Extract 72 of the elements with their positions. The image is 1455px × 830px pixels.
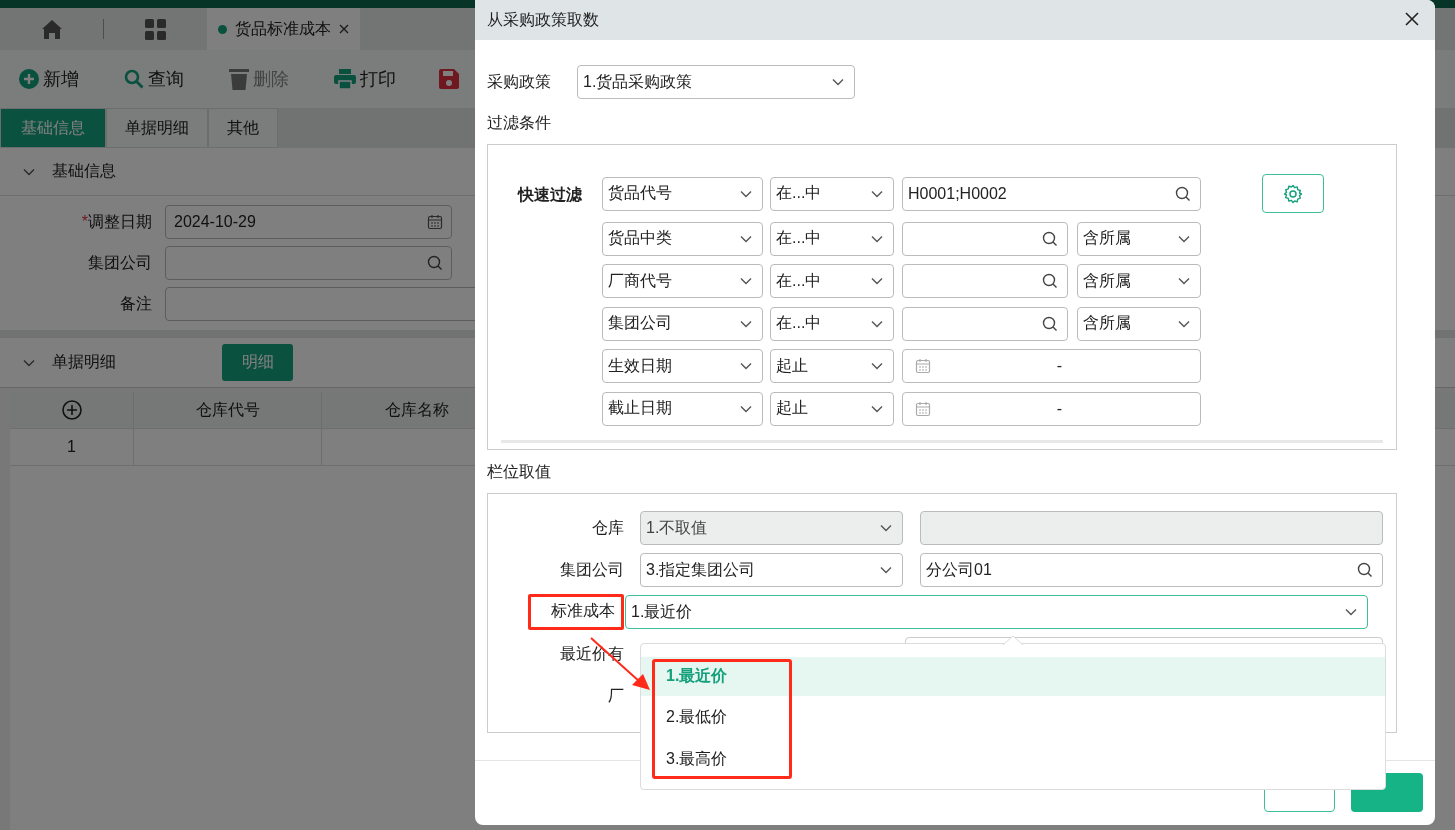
select-field[interactable]: 货品代号: [602, 176, 763, 211]
search-icon: [124, 69, 144, 89]
select-field[interactable]: 生效日期: [602, 349, 763, 383]
plus-circle-icon: [19, 69, 39, 89]
dropdown-option[interactable]: 3.最高价: [641, 739, 1385, 779]
printer-icon: [334, 69, 356, 89]
section-title: 过滤条件: [487, 113, 552, 133]
field-label: *调整日期: [80, 211, 152, 232]
input-field[interactable]: [902, 264, 1068, 298]
select-field[interactable]: 含所属: [1077, 264, 1201, 298]
settings-button[interactable]: [1262, 174, 1324, 213]
section-title: 单据明细: [52, 352, 116, 372]
input-field[interactable]: [902, 221, 1068, 256]
page-tab[interactable]: 货品标准成本: [207, 8, 360, 50]
search-icon: [1042, 230, 1058, 247]
input-field[interactable]: H0001;H0002: [902, 176, 1201, 211]
dialog-title: 从采购政策取数: [487, 9, 599, 30]
input-field[interactable]: [902, 306, 1068, 341]
select-field[interactable]: 厂商代号: [602, 264, 763, 298]
field-label: 备注: [119, 293, 152, 314]
column-header: 仓库代号: [134, 392, 322, 428]
input-field[interactable]: [165, 246, 452, 280]
date-range-field[interactable]: -: [902, 391, 1201, 426]
dot-icon: [218, 24, 227, 34]
calendar-icon: [427, 214, 443, 230]
row-number: 1: [10, 429, 134, 465]
select-field[interactable]: 在...中: [770, 176, 894, 211]
toolbar-button[interactable]: 打印: [334, 67, 439, 91]
select-field[interactable]: 1.货品采购政策: [577, 65, 855, 99]
date-field[interactable]: 2024-10-29: [165, 205, 452, 239]
field-label: 标准成本: [528, 594, 624, 630]
search-icon: [1175, 185, 1191, 202]
calendar-icon: [915, 358, 931, 374]
select-field[interactable]: 集团公司: [602, 306, 763, 341]
section-title: 基础信息: [52, 161, 116, 181]
select-field[interactable]: 1.最近价: [625, 595, 1368, 629]
tab[interactable]: 其他: [208, 108, 278, 148]
select-field[interactable]: 货品中类: [602, 221, 763, 256]
home-icon: [41, 19, 62, 39]
close-icon: [1405, 11, 1419, 26]
select-field[interactable]: 含所属: [1077, 221, 1201, 256]
select-field[interactable]: 3.指定集团公司: [640, 553, 903, 587]
toolbar-button[interactable]: 新增: [19, 67, 124, 91]
field-label: 厂: [607, 685, 624, 706]
dropdown-option[interactable]: 2.最低价: [641, 698, 1385, 738]
section-title: 栏位取值: [487, 462, 552, 482]
select-field[interactable]: 含所属: [1077, 306, 1201, 341]
field-label: 仓库: [591, 517, 624, 538]
add-row-icon[interactable]: [61, 400, 82, 420]
close-icon[interactable]: [339, 24, 349, 34]
grid-icon: [145, 18, 166, 40]
select-field[interactable]: 起止: [770, 391, 894, 426]
select-field[interactable]: 在...中: [770, 306, 894, 341]
select-field[interactable]: 截止日期: [602, 391, 763, 426]
select-field[interactable]: 在...中: [770, 264, 894, 298]
search-icon: [1357, 562, 1373, 578]
tab[interactable]: 单据明细: [106, 108, 208, 148]
select-field[interactable]: 起止: [770, 349, 894, 383]
select-field[interactable]: 在...中: [770, 221, 894, 256]
toolbar-button[interactable]: 查询: [124, 67, 229, 91]
settings-icon: [1283, 183, 1303, 204]
search-icon: [427, 255, 443, 271]
trash-icon: [229, 68, 249, 90]
field-label: 集团公司: [559, 559, 624, 580]
search-icon: [1042, 315, 1058, 332]
date-range-field[interactable]: -: [902, 349, 1201, 383]
field-label: 快速过滤: [516, 185, 583, 205]
search-icon: [1042, 273, 1058, 289]
field-label: 集团公司: [87, 252, 152, 273]
field-label: 采购政策: [487, 71, 551, 92]
calendar-icon: [915, 400, 931, 417]
input-field[interactable]: 分公司01: [920, 553, 1383, 587]
